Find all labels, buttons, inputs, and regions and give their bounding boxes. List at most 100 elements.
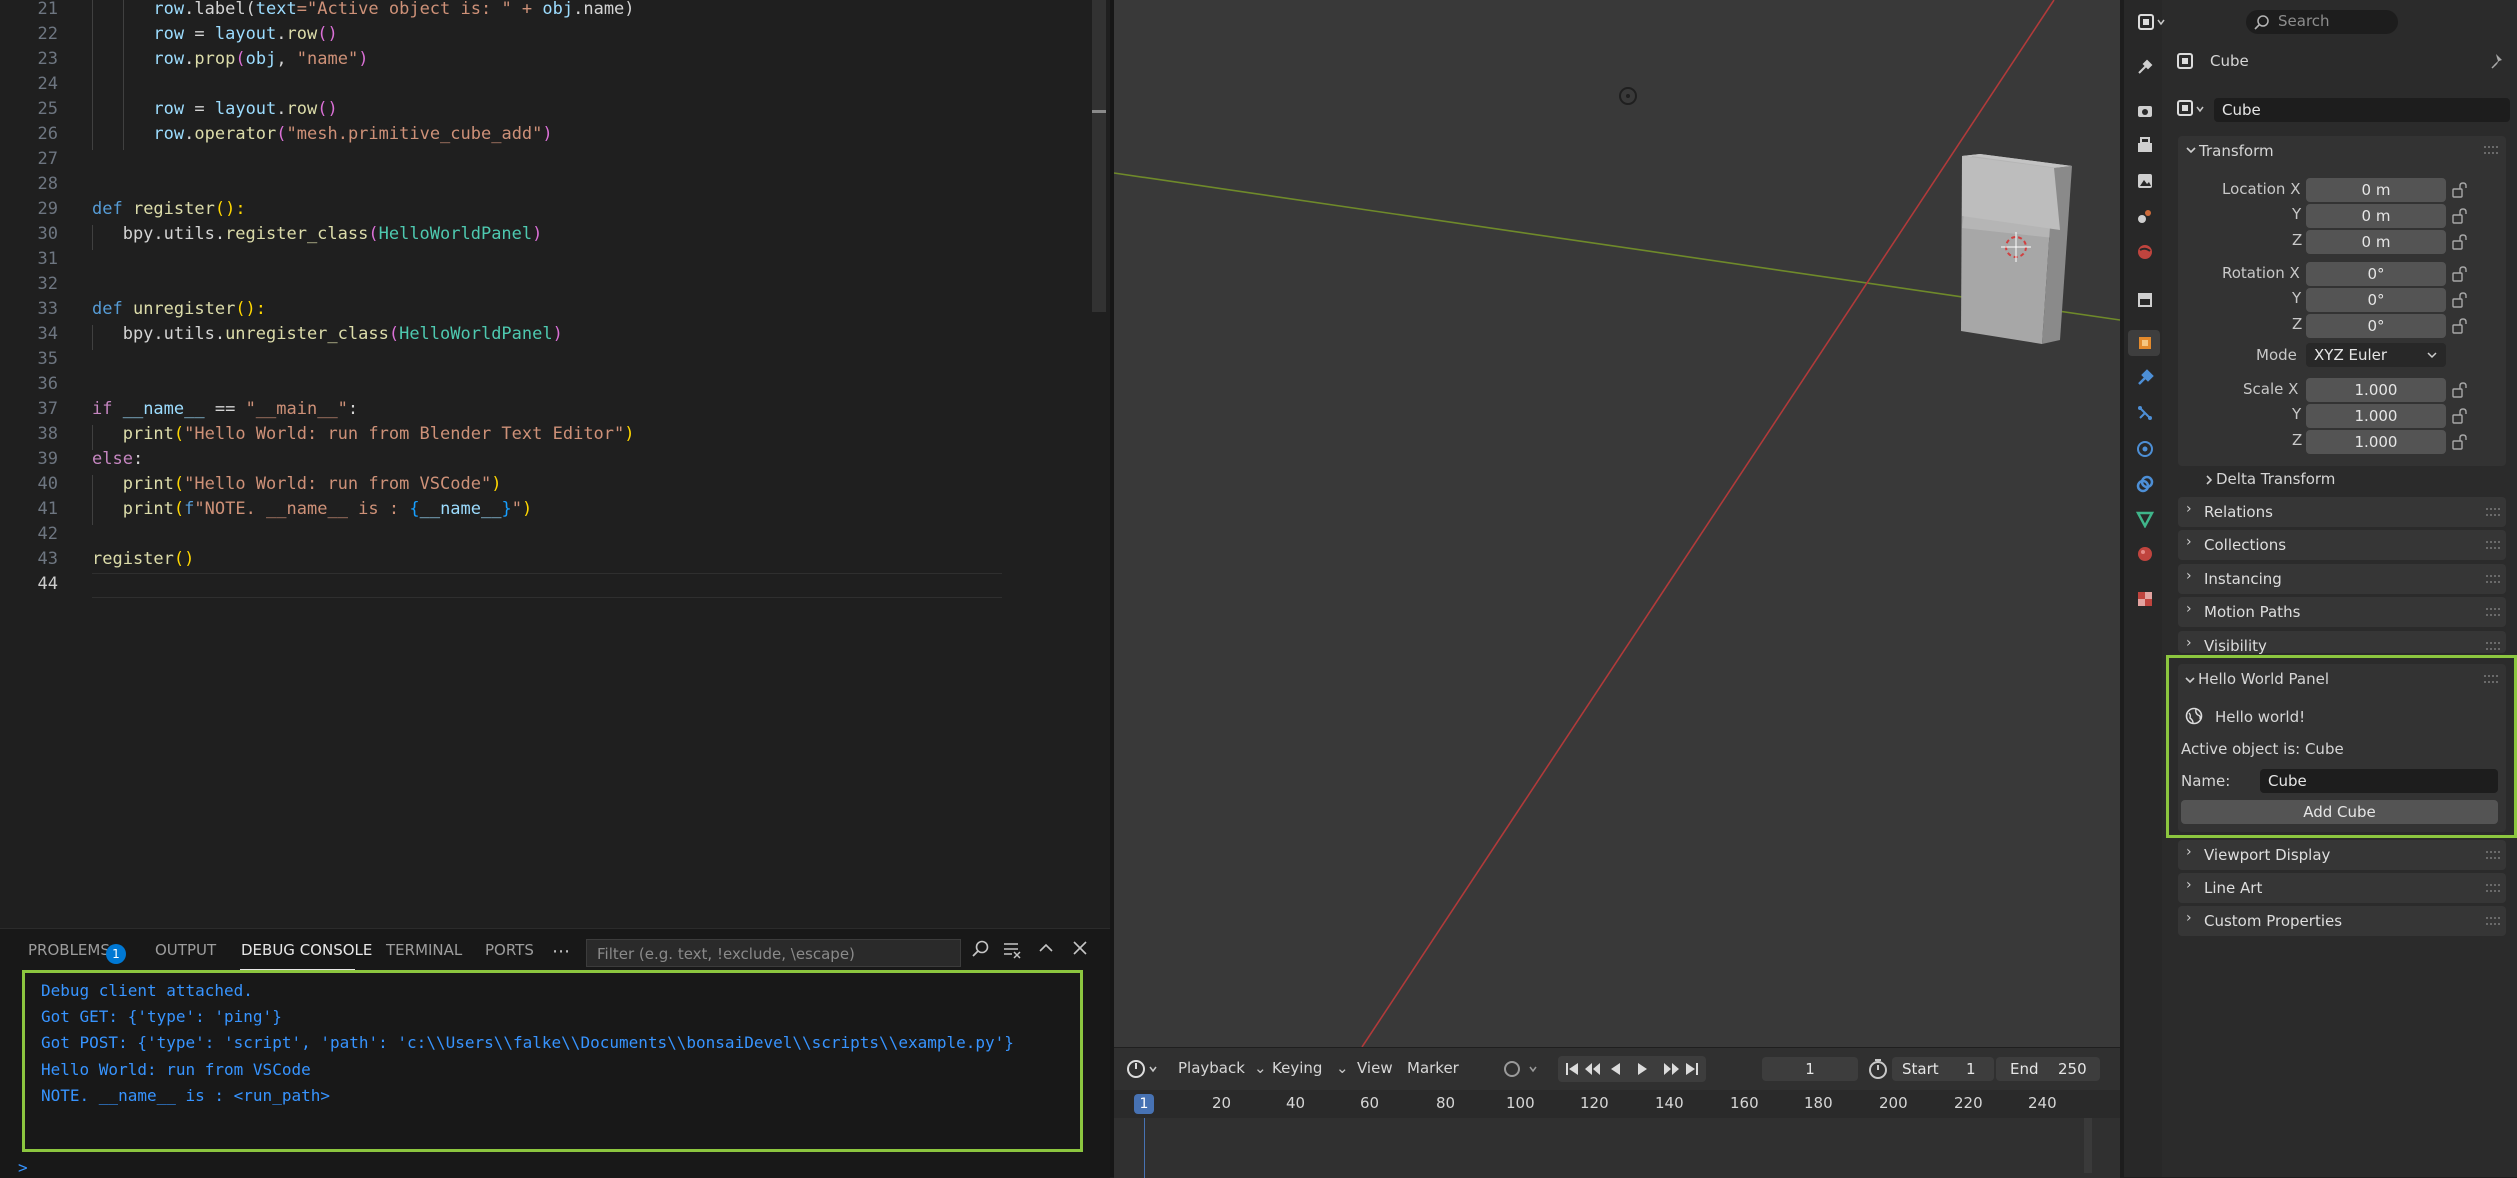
rotation-y-field[interactable]: 0°	[2306, 288, 2446, 312]
find-icon[interactable]	[968, 939, 994, 965]
relations-section[interactable]: › Relations	[2178, 497, 2506, 527]
start-frame-field[interactable]: Start 1	[1892, 1057, 1994, 1081]
pin-icon[interactable]	[2490, 52, 2508, 70]
tab-terminal[interactable]: TERMINAL	[386, 941, 462, 959]
lock-icon[interactable]	[2452, 182, 2470, 202]
tab-debug-console[interactable]: DEBUG CONSOLE	[241, 941, 372, 959]
chevron-right-icon: ›	[2186, 910, 2192, 926]
current-frame-marker[interactable]: 1	[1134, 1094, 1154, 1114]
drag-handle-icon[interactable]	[2486, 575, 2500, 583]
drag-handle-icon[interactable]	[2486, 608, 2500, 616]
particles-tab-icon[interactable]	[2136, 404, 2154, 422]
keying-menu[interactable]: Keying	[1272, 1059, 1322, 1077]
scale-z-field[interactable]: 1.000	[2306, 430, 2446, 454]
tab-output[interactable]: OUTPUT	[155, 941, 216, 959]
console-input-prompt[interactable]: >	[18, 1158, 28, 1177]
motion-paths-section[interactable]: › Motion Paths	[2178, 597, 2506, 627]
tab-problems[interactable]: PROBLEMS	[28, 941, 110, 959]
current-frame-field[interactable]: 1	[1762, 1057, 1858, 1081]
timeline-editor[interactable]: Playback ⌄ Keying ⌄ View Marker 1 Start …	[1114, 1047, 2120, 1178]
more-actions-icon[interactable]: ⋯	[548, 939, 574, 965]
viewport-display-section[interactable]: › Viewport Display	[2178, 840, 2506, 870]
location-y-field[interactable]: 0 m	[2306, 204, 2446, 228]
line-number: 29	[37, 199, 58, 219]
modifier-tab-icon[interactable]	[2136, 369, 2154, 387]
delta-transform-header[interactable]: Delta Transform	[2216, 470, 2335, 488]
custom-properties-section[interactable]: › Custom Properties	[2178, 906, 2506, 936]
drag-handle-icon[interactable]	[2484, 146, 2498, 154]
lock-icon[interactable]	[2452, 434, 2470, 454]
tool-tab-icon[interactable]	[2136, 58, 2154, 76]
lock-icon[interactable]	[2452, 208, 2470, 228]
line-art-section[interactable]: › Line Art	[2178, 873, 2506, 903]
drag-handle-icon[interactable]	[2486, 917, 2500, 925]
output-tab-icon[interactable]	[2136, 136, 2154, 154]
3d-viewport[interactable]	[1114, 0, 2120, 1047]
instancing-section[interactable]: › Instancing	[2178, 564, 2506, 594]
lock-icon[interactable]	[2452, 292, 2470, 312]
object-type-dropdown[interactable]	[2176, 98, 2210, 120]
texture-tab-icon[interactable]	[2136, 590, 2154, 608]
editor-scrollbar[interactable]	[1092, 0, 1106, 312]
drag-handle-icon[interactable]	[2486, 642, 2500, 650]
frame-ruler[interactable]: 1 20 40 60 80 100 120 140 160 180 200 22…	[1114, 1090, 2120, 1118]
chevron-right-icon[interactable]	[2202, 472, 2216, 491]
object-name-field[interactable]: Cube	[2214, 98, 2510, 122]
world-tab-icon[interactable]	[2136, 243, 2154, 261]
location-x-field[interactable]: 0 m	[2306, 178, 2446, 202]
visibility-section[interactable]: › Visibility	[2178, 631, 2506, 655]
drag-handle-icon[interactable]	[2486, 851, 2500, 859]
end-frame-field[interactable]: End 250	[1996, 1057, 2100, 1081]
collection-tab-icon[interactable]	[2136, 290, 2154, 308]
view-menu[interactable]: View	[1357, 1059, 1393, 1077]
lock-icon[interactable]	[2452, 318, 2470, 338]
scale-y-label: Y	[2292, 405, 2302, 423]
location-z-field[interactable]: 0 m	[2306, 230, 2446, 254]
rotation-x-field[interactable]: 0°	[2306, 262, 2446, 286]
clear-console-icon[interactable]	[999, 939, 1025, 965]
lock-icon[interactable]	[2452, 408, 2470, 428]
collections-section[interactable]: › Collections	[2178, 530, 2506, 560]
constraints-tab-icon[interactable]	[2136, 475, 2154, 493]
editor-type-button[interactable]	[2138, 10, 2170, 34]
tab-ports[interactable]: PORTS	[485, 941, 534, 959]
marker-menu[interactable]: Marker	[1407, 1059, 1459, 1077]
physics-tab-icon[interactable]	[2136, 440, 2154, 458]
playback-menu[interactable]: Playback	[1178, 1059, 1245, 1077]
view-layer-tab-icon[interactable]	[2136, 172, 2154, 190]
scale-x-field[interactable]: 1.000	[2306, 378, 2446, 402]
scene-tab-icon[interactable]	[2136, 207, 2154, 225]
auto-keying-toggle[interactable]	[1500, 1057, 1548, 1081]
drag-handle-icon[interactable]	[2486, 541, 2500, 549]
chevron-down-icon[interactable]	[2183, 672, 2197, 691]
chevron-down-icon[interactable]	[2184, 142, 2198, 161]
drag-handle-icon[interactable]	[2486, 884, 2500, 892]
ruler-tick: 240	[2028, 1094, 2057, 1112]
close-panel-icon[interactable]	[1067, 939, 1093, 965]
debug-console-output[interactable]: Debug client attached. Got GET: {'type':…	[22, 970, 1083, 1152]
code-editor[interactable]: 21 row.label(text="Active object is: " +…	[0, 0, 1110, 928]
timeline-scrollbar[interactable]	[2084, 1118, 2092, 1173]
lock-icon[interactable]	[2452, 266, 2470, 286]
render-tab-icon[interactable]	[2136, 102, 2154, 120]
object-tab-icon[interactable]	[2136, 334, 2154, 352]
maximize-panel-icon[interactable]	[1033, 939, 1059, 965]
drag-handle-icon[interactable]	[2486, 508, 2500, 516]
hello-world-panel-header[interactable]: Hello World Panel	[2198, 670, 2329, 688]
add-cube-button[interactable]: Add Cube	[2181, 800, 2498, 824]
data-tab-icon[interactable]	[2135, 510, 2155, 529]
rotation-z-field[interactable]: 0°	[2306, 314, 2446, 338]
filter-input[interactable]	[595, 940, 954, 968]
material-tab-icon[interactable]	[2136, 545, 2154, 563]
filter-field[interactable]	[586, 939, 961, 968]
transform-header[interactable]: Transform	[2199, 142, 2274, 160]
lock-icon[interactable]	[2452, 382, 2470, 402]
editor-type-button[interactable]	[1124, 1057, 1160, 1081]
rotation-mode-dropdown[interactable]: XYZ Euler	[2306, 343, 2446, 367]
preview-range-icon[interactable]	[1866, 1057, 1890, 1081]
lock-icon[interactable]	[2452, 234, 2470, 254]
scale-y-field[interactable]: 1.000	[2306, 404, 2446, 428]
properties-search[interactable]: Search	[2246, 10, 2398, 34]
hello-name-field[interactable]: Cube	[2260, 769, 2498, 793]
drag-handle-icon[interactable]	[2484, 675, 2498, 683]
